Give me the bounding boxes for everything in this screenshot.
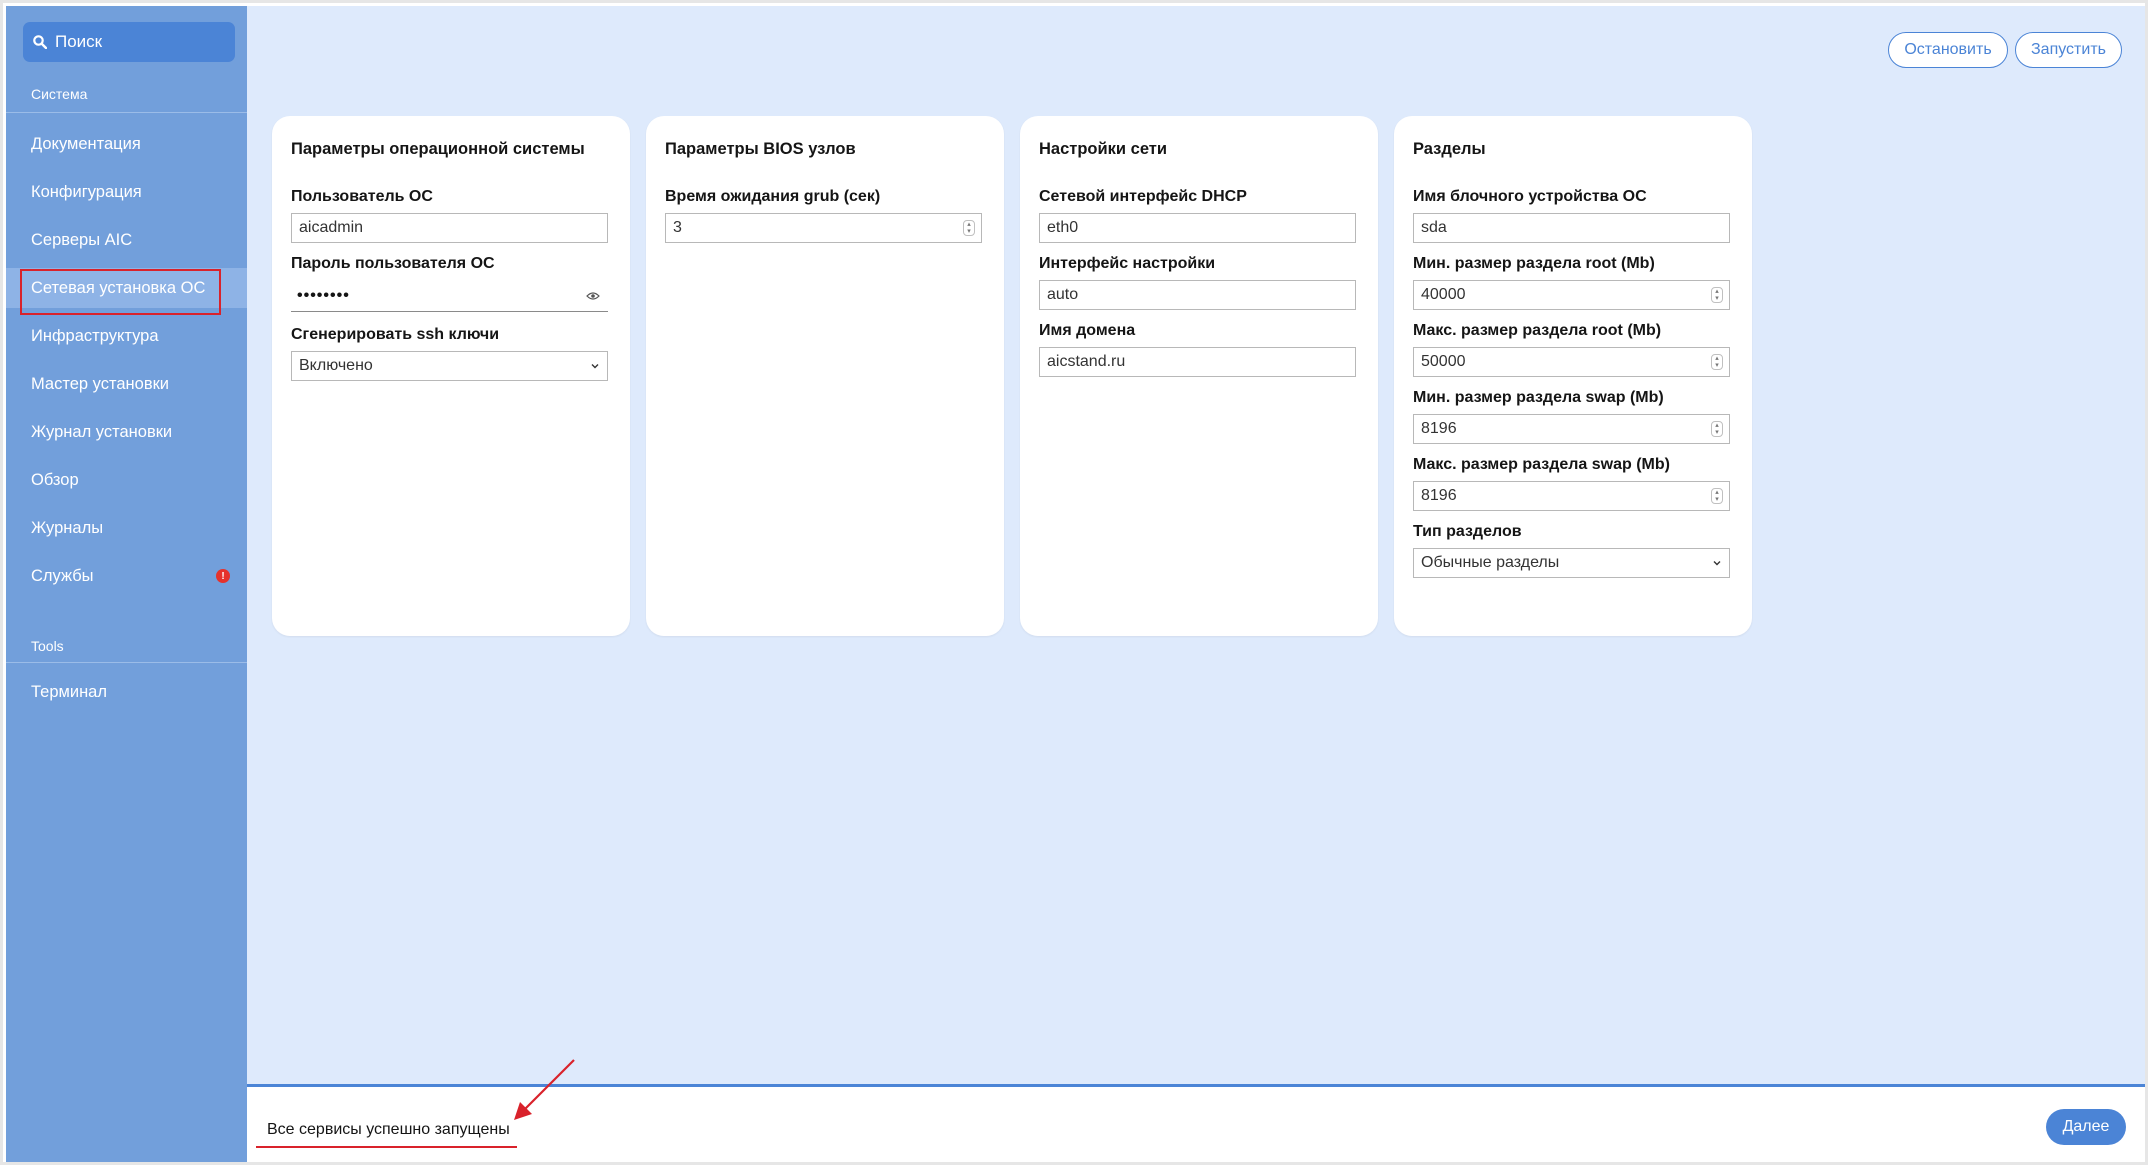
section-divider — [6, 662, 247, 663]
ssh-keys-label: Сгенерировать ssh ключи — [291, 326, 500, 343]
password-value: •••••••• — [297, 286, 350, 304]
os-settings-card: Параметры операционной системы Пользоват… — [272, 116, 630, 636]
sidebar-item-label: Мастер установки — [31, 374, 170, 393]
annotation-arrow-icon — [514, 1059, 575, 1120]
sidebar-item-label: Службы — [31, 566, 94, 585]
sidebar-item-overview[interactable]: Обзор — [6, 460, 247, 500]
swap-max-label: Макс. размер раздела swap (Mb) — [1413, 456, 1670, 473]
card-title: Настройки сети — [1039, 140, 1167, 158]
sidebar-item-label: Терминал — [31, 682, 107, 701]
card-title: Параметры BIOS узлов — [665, 140, 856, 158]
sidebar: Поиск Система Документация Конфигурация … — [6, 6, 247, 1162]
os-password-label: Пароль пользователя ОС — [291, 255, 495, 272]
dhcp-interface-label: Сетевой интерфейс DHCP — [1039, 188, 1247, 205]
sidebar-item-install-wizard[interactable]: Мастер установки — [6, 364, 247, 404]
sidebar-item-label: Инфраструктура — [31, 326, 159, 345]
section-divider — [6, 112, 247, 113]
root-min-input[interactable]: 40000 ▴ ▾ — [1413, 280, 1730, 310]
sidebar-item-terminal[interactable]: Терминал — [6, 672, 247, 712]
search-input[interactable]: Поиск — [23, 22, 235, 62]
sidebar-item-services[interactable]: Службы ! — [6, 556, 247, 596]
block-device-input[interactable]: sda — [1413, 213, 1730, 243]
os-password-input[interactable]: •••••••• — [291, 280, 608, 312]
config-interface-input[interactable]: auto — [1039, 280, 1356, 310]
search-icon — [33, 35, 47, 49]
annotation-highlight-box — [20, 269, 221, 315]
grub-timeout-label: Время ожидания grub (сек) — [665, 188, 881, 205]
section-title-tools: Tools — [31, 638, 64, 654]
sidebar-item-aic-servers[interactable]: Серверы AIC — [6, 220, 247, 260]
sidebar-item-label: Документация — [31, 134, 141, 153]
alert-badge-icon: ! — [216, 569, 230, 583]
sidebar-item-label: Обзор — [31, 470, 79, 489]
input-value: 3 — [673, 219, 682, 236]
select-value: Включено — [299, 357, 373, 374]
input-value: 8196 — [1421, 487, 1457, 504]
partition-type-select[interactable]: Обычные разделы — [1413, 548, 1730, 578]
sidebar-item-label: Журналы — [31, 518, 104, 537]
input-value: 50000 — [1421, 353, 1466, 370]
config-interface-label: Интерфейс настройки — [1039, 255, 1216, 272]
stepper-icon[interactable]: ▴ ▾ — [1711, 488, 1723, 504]
bios-settings-card: Параметры BIOS узлов Время ожидания grub… — [646, 116, 1004, 636]
chevron-down-icon — [1713, 561, 1721, 566]
status-message: Все сервисы успешно запущены — [267, 1121, 510, 1138]
network-settings-card: Настройки сети Сетевой интерфейс DHCP et… — [1020, 116, 1378, 636]
annotation-underline — [256, 1146, 517, 1148]
sidebar-item-infrastructure[interactable]: Инфраструктура — [6, 316, 247, 356]
domain-name-label: Имя домена — [1039, 322, 1136, 339]
main-content: Остановить Запустить Параметры операцион… — [247, 6, 2145, 1084]
select-value: Обычные разделы — [1421, 554, 1560, 571]
sidebar-item-documentation[interactable]: Документация — [6, 124, 247, 164]
input-value: 8196 — [1421, 420, 1457, 437]
root-max-label: Макс. размер раздела root (Mb) — [1413, 322, 1662, 339]
stepper-icon[interactable]: ▴ ▾ — [1711, 421, 1723, 437]
swap-min-label: Мин. размер раздела swap (Mb) — [1413, 389, 1664, 406]
stepper-icon[interactable]: ▴ ▾ — [963, 220, 975, 236]
os-user-label: Пользователь ОС — [291, 188, 433, 205]
sidebar-item-label: Журнал установки — [31, 422, 173, 441]
start-button[interactable]: Запустить — [2015, 32, 2122, 68]
swap-min-input[interactable]: 8196 ▴ ▾ — [1413, 414, 1730, 444]
block-device-label: Имя блочного устройства ОС — [1413, 188, 1647, 205]
partitions-card: Разделы Имя блочного устройства ОС sda М… — [1394, 116, 1752, 636]
sidebar-item-configuration[interactable]: Конфигурация — [6, 172, 247, 212]
root-min-label: Мин. размер раздела root (Mb) — [1413, 255, 1655, 272]
section-title-system: Система — [31, 86, 88, 102]
card-title: Параметры операционной системы — [291, 140, 585, 158]
search-placeholder: Поиск — [55, 32, 103, 51]
partition-type-label: Тип разделов — [1413, 523, 1522, 540]
grub-timeout-input[interactable]: 3 ▴ ▾ — [665, 213, 982, 243]
ssh-keys-select[interactable]: Включено — [291, 351, 608, 381]
swap-max-input[interactable]: 8196 ▴ ▾ — [1413, 481, 1730, 511]
dhcp-interface-input[interactable]: eth0 — [1039, 213, 1356, 243]
card-title: Разделы — [1413, 140, 1486, 158]
chevron-down-icon — [591, 364, 599, 369]
sidebar-item-install-log[interactable]: Журнал установки — [6, 412, 247, 452]
os-user-input[interactable]: aicadmin — [291, 213, 608, 243]
input-value: 40000 — [1421, 286, 1466, 303]
sidebar-item-logs[interactable]: Журналы — [6, 508, 247, 548]
sidebar-item-label: Конфигурация — [31, 182, 142, 201]
app-window: Поиск Система Документация Конфигурация … — [0, 0, 2148, 1165]
stepper-icon[interactable]: ▴ ▾ — [1711, 287, 1723, 303]
root-max-input[interactable]: 50000 ▴ ▾ — [1413, 347, 1730, 377]
domain-name-input[interactable]: aicstand.ru — [1039, 347, 1356, 377]
stop-button[interactable]: Остановить — [1888, 32, 2008, 68]
stepper-icon[interactable]: ▴ ▾ — [1711, 354, 1723, 370]
next-button[interactable]: Далее — [2046, 1109, 2126, 1145]
sidebar-item-label: Серверы AIC — [31, 230, 133, 249]
eye-icon[interactable] — [586, 291, 600, 301]
